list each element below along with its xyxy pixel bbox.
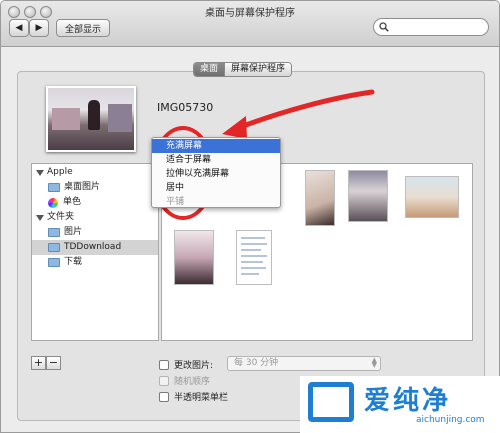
menu-item-fit-to-screen[interactable]: 适合于屏幕 <box>152 153 280 167</box>
stepper-arrows-icon: ▲ ▼ <box>371 356 377 369</box>
chevron-left-icon: ◀ <box>15 23 23 33</box>
brand-name: 爱纯净 <box>364 386 452 416</box>
sidebar-item-downloads[interactable]: 下载 <box>32 255 158 270</box>
sidebar-item-pictures[interactable]: 图片 <box>32 225 158 240</box>
sidebar-group-apple[interactable]: Apple <box>32 165 158 180</box>
folder-icon <box>48 183 60 192</box>
image-name: IMG05730 <box>157 101 214 114</box>
folder-icon <box>48 228 60 237</box>
random-order-checkbox <box>159 375 169 386</box>
thumbnail-image[interactable] <box>174 230 214 285</box>
folder-icon <box>48 243 60 252</box>
menu-item-fill-screen[interactable]: 充满屏幕 <box>152 139 280 153</box>
forward-button[interactable]: ▶ <box>29 19 49 37</box>
show-all-button[interactable]: 全部显示 <box>56 19 110 37</box>
brand-url: aichunjing.com <box>416 415 485 425</box>
disclosure-triangle-icon[interactable] <box>36 169 44 176</box>
change-picture-checkbox[interactable] <box>159 359 169 370</box>
thumbnail-image[interactable] <box>405 176 459 218</box>
sidebar-item-desktop-pictures[interactable]: 桌面图片 <box>32 180 158 195</box>
back-button[interactable]: ◀ <box>9 19 29 37</box>
random-order-option: 随机顺序 <box>159 374 210 387</box>
tab-desktop[interactable]: 桌面 <box>194 63 225 76</box>
search-field[interactable] <box>373 18 489 36</box>
change-picture-option[interactable]: 更改图片: <box>159 358 213 371</box>
interval-select: 每 30 分钟 ▲ ▼ <box>227 356 381 371</box>
current-wallpaper-preview <box>46 86 136 152</box>
thumbnail-image[interactable] <box>305 170 335 226</box>
menu-item-center[interactable]: 居中 <box>152 181 280 195</box>
title-bar: 桌面与屏幕保护程序 ◀ ▶ 全部显示 <box>1 1 499 47</box>
translucent-menubar-checkbox[interactable] <box>159 391 169 402</box>
preferences-window: 桌面与屏幕保护程序 ◀ ▶ 全部显示 桌面 屏幕保护程序 IMG05730 Ap… <box>0 0 500 433</box>
folder-icon <box>48 258 60 267</box>
source-list: Apple 桌面图片 单色 文件夹 图片 TDDownload 下载 <box>31 163 159 341</box>
sidebar-item-solid-colors[interactable]: 单色 <box>32 195 158 210</box>
search-icon <box>379 22 389 32</box>
color-wheel-icon <box>48 197 58 208</box>
brand-logo-icon <box>308 382 354 422</box>
window-title: 桌面与屏幕保护程序 <box>205 8 295 19</box>
remove-folder-button[interactable]: − <box>46 356 61 370</box>
thumbnail-image[interactable] <box>348 170 388 222</box>
fit-mode-menu[interactable]: 充满屏幕 适合于屏幕 拉伸以充满屏幕 居中 平铺 <box>151 137 281 208</box>
tab-bar: 桌面 屏幕保护程序 <box>193 62 293 77</box>
menu-item-stretch[interactable]: 拉伸以充满屏幕 <box>152 167 280 181</box>
add-folder-button[interactable]: + <box>31 356 46 370</box>
chevron-right-icon: ▶ <box>35 23 43 33</box>
watermark: 爱纯净 aichunjing.com <box>300 376 500 433</box>
translucent-menubar-option[interactable]: 半透明菜单栏 <box>159 390 228 403</box>
sidebar-item-tddownload[interactable]: TDDownload <box>32 240 158 255</box>
tab-screensaver[interactable]: 屏幕保护程序 <box>224 63 292 76</box>
disclosure-triangle-icon[interactable] <box>36 214 44 221</box>
thumbnail-document[interactable] <box>236 230 272 285</box>
sidebar-group-folders[interactable]: 文件夹 <box>32 210 158 225</box>
menu-item-tile: 平铺 <box>166 197 185 207</box>
